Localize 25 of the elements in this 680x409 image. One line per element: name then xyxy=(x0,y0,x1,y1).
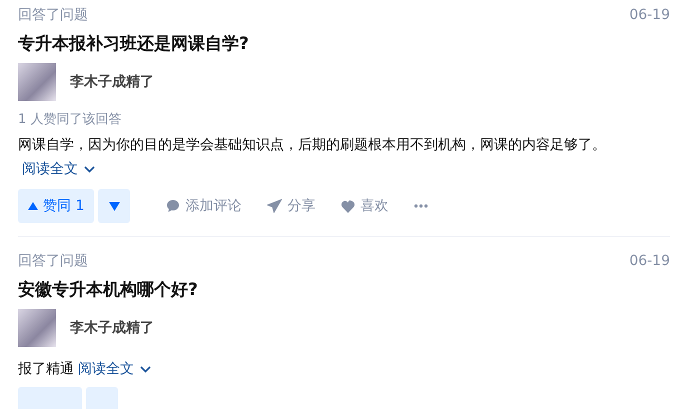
triangle-down-icon xyxy=(108,202,120,210)
ellipsis-icon xyxy=(414,204,428,208)
avatar-placeholder[interactable] xyxy=(18,309,56,347)
author-name[interactable]: 李木子成精了 xyxy=(70,73,154,91)
vote-count-note: 1 人赞同了该回答 xyxy=(18,111,122,129)
read-more-link[interactable]: 阅读全文 xyxy=(74,357,151,381)
author-name[interactable]: 李木子成精了 xyxy=(70,319,154,337)
speech-bubble-icon xyxy=(166,199,180,213)
chevron-down-icon xyxy=(84,166,95,172)
answer-excerpt: 报了精通 xyxy=(18,361,74,377)
heart-icon xyxy=(341,200,356,212)
chevron-down-icon xyxy=(140,366,151,372)
triangle-up-icon xyxy=(28,202,38,210)
activity-label: 回答了问题 xyxy=(18,6,88,25)
answer-excerpt: 网课自学，因为你的目的是学会基础知识点，后期的刷题根本用不到机构，网课的内容足够了。 xyxy=(18,137,606,153)
date-label: 06-19 xyxy=(629,6,670,25)
date-label: 06-19 xyxy=(629,252,670,271)
downvote-button[interactable] xyxy=(98,189,130,223)
activity-label: 回答了问题 xyxy=(18,252,88,271)
paper-plane-icon xyxy=(267,199,282,213)
question-title[interactable]: 安徽专升本机构哪个好? xyxy=(18,278,670,302)
upvote-button[interactable]: 赞同 1 xyxy=(18,189,94,223)
question-title[interactable]: 专升本报补习班还是网课自学? xyxy=(18,32,670,56)
avatar-placeholder[interactable] xyxy=(18,63,56,101)
read-more-link[interactable]: 阅读全文 xyxy=(18,157,95,181)
